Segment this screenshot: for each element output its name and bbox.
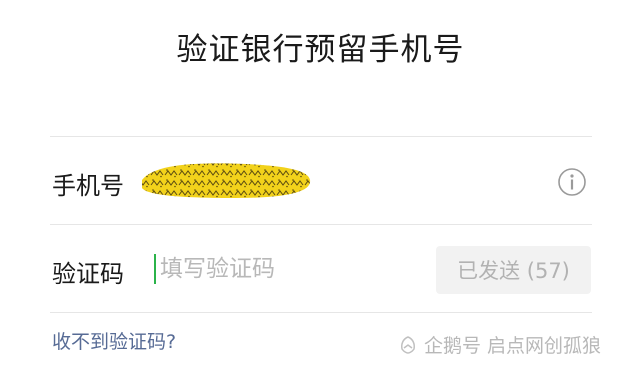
watermark: 企鹅号 启点网创孤狼: [398, 331, 601, 358]
watermark-text: 企鹅号 启点网创孤狼: [424, 335, 602, 357]
penguin-logo-icon: [401, 335, 415, 354]
divider-bottom: [50, 312, 592, 313]
text-cursor: [154, 254, 156, 284]
info-circle-icon[interactable]: [557, 167, 587, 197]
divider-middle: [50, 224, 592, 225]
divider-top: [50, 136, 592, 137]
phone-number-redaction: [142, 163, 311, 198]
resend-code-button[interactable]: 已发送 (57): [436, 246, 591, 294]
verify-phone-page: 验证银行预留手机号 手机号 验证码 已发送 (57) 收不到验证码?: [0, 0, 641, 368]
page-title: 验证银行预留手机号: [176, 32, 465, 68]
phone-label: 手机号: [52, 172, 124, 200]
verification-code-input[interactable]: [160, 250, 420, 288]
cannot-receive-code-link[interactable]: 收不到验证码?: [52, 327, 176, 354]
code-label: 验证码: [52, 260, 124, 288]
